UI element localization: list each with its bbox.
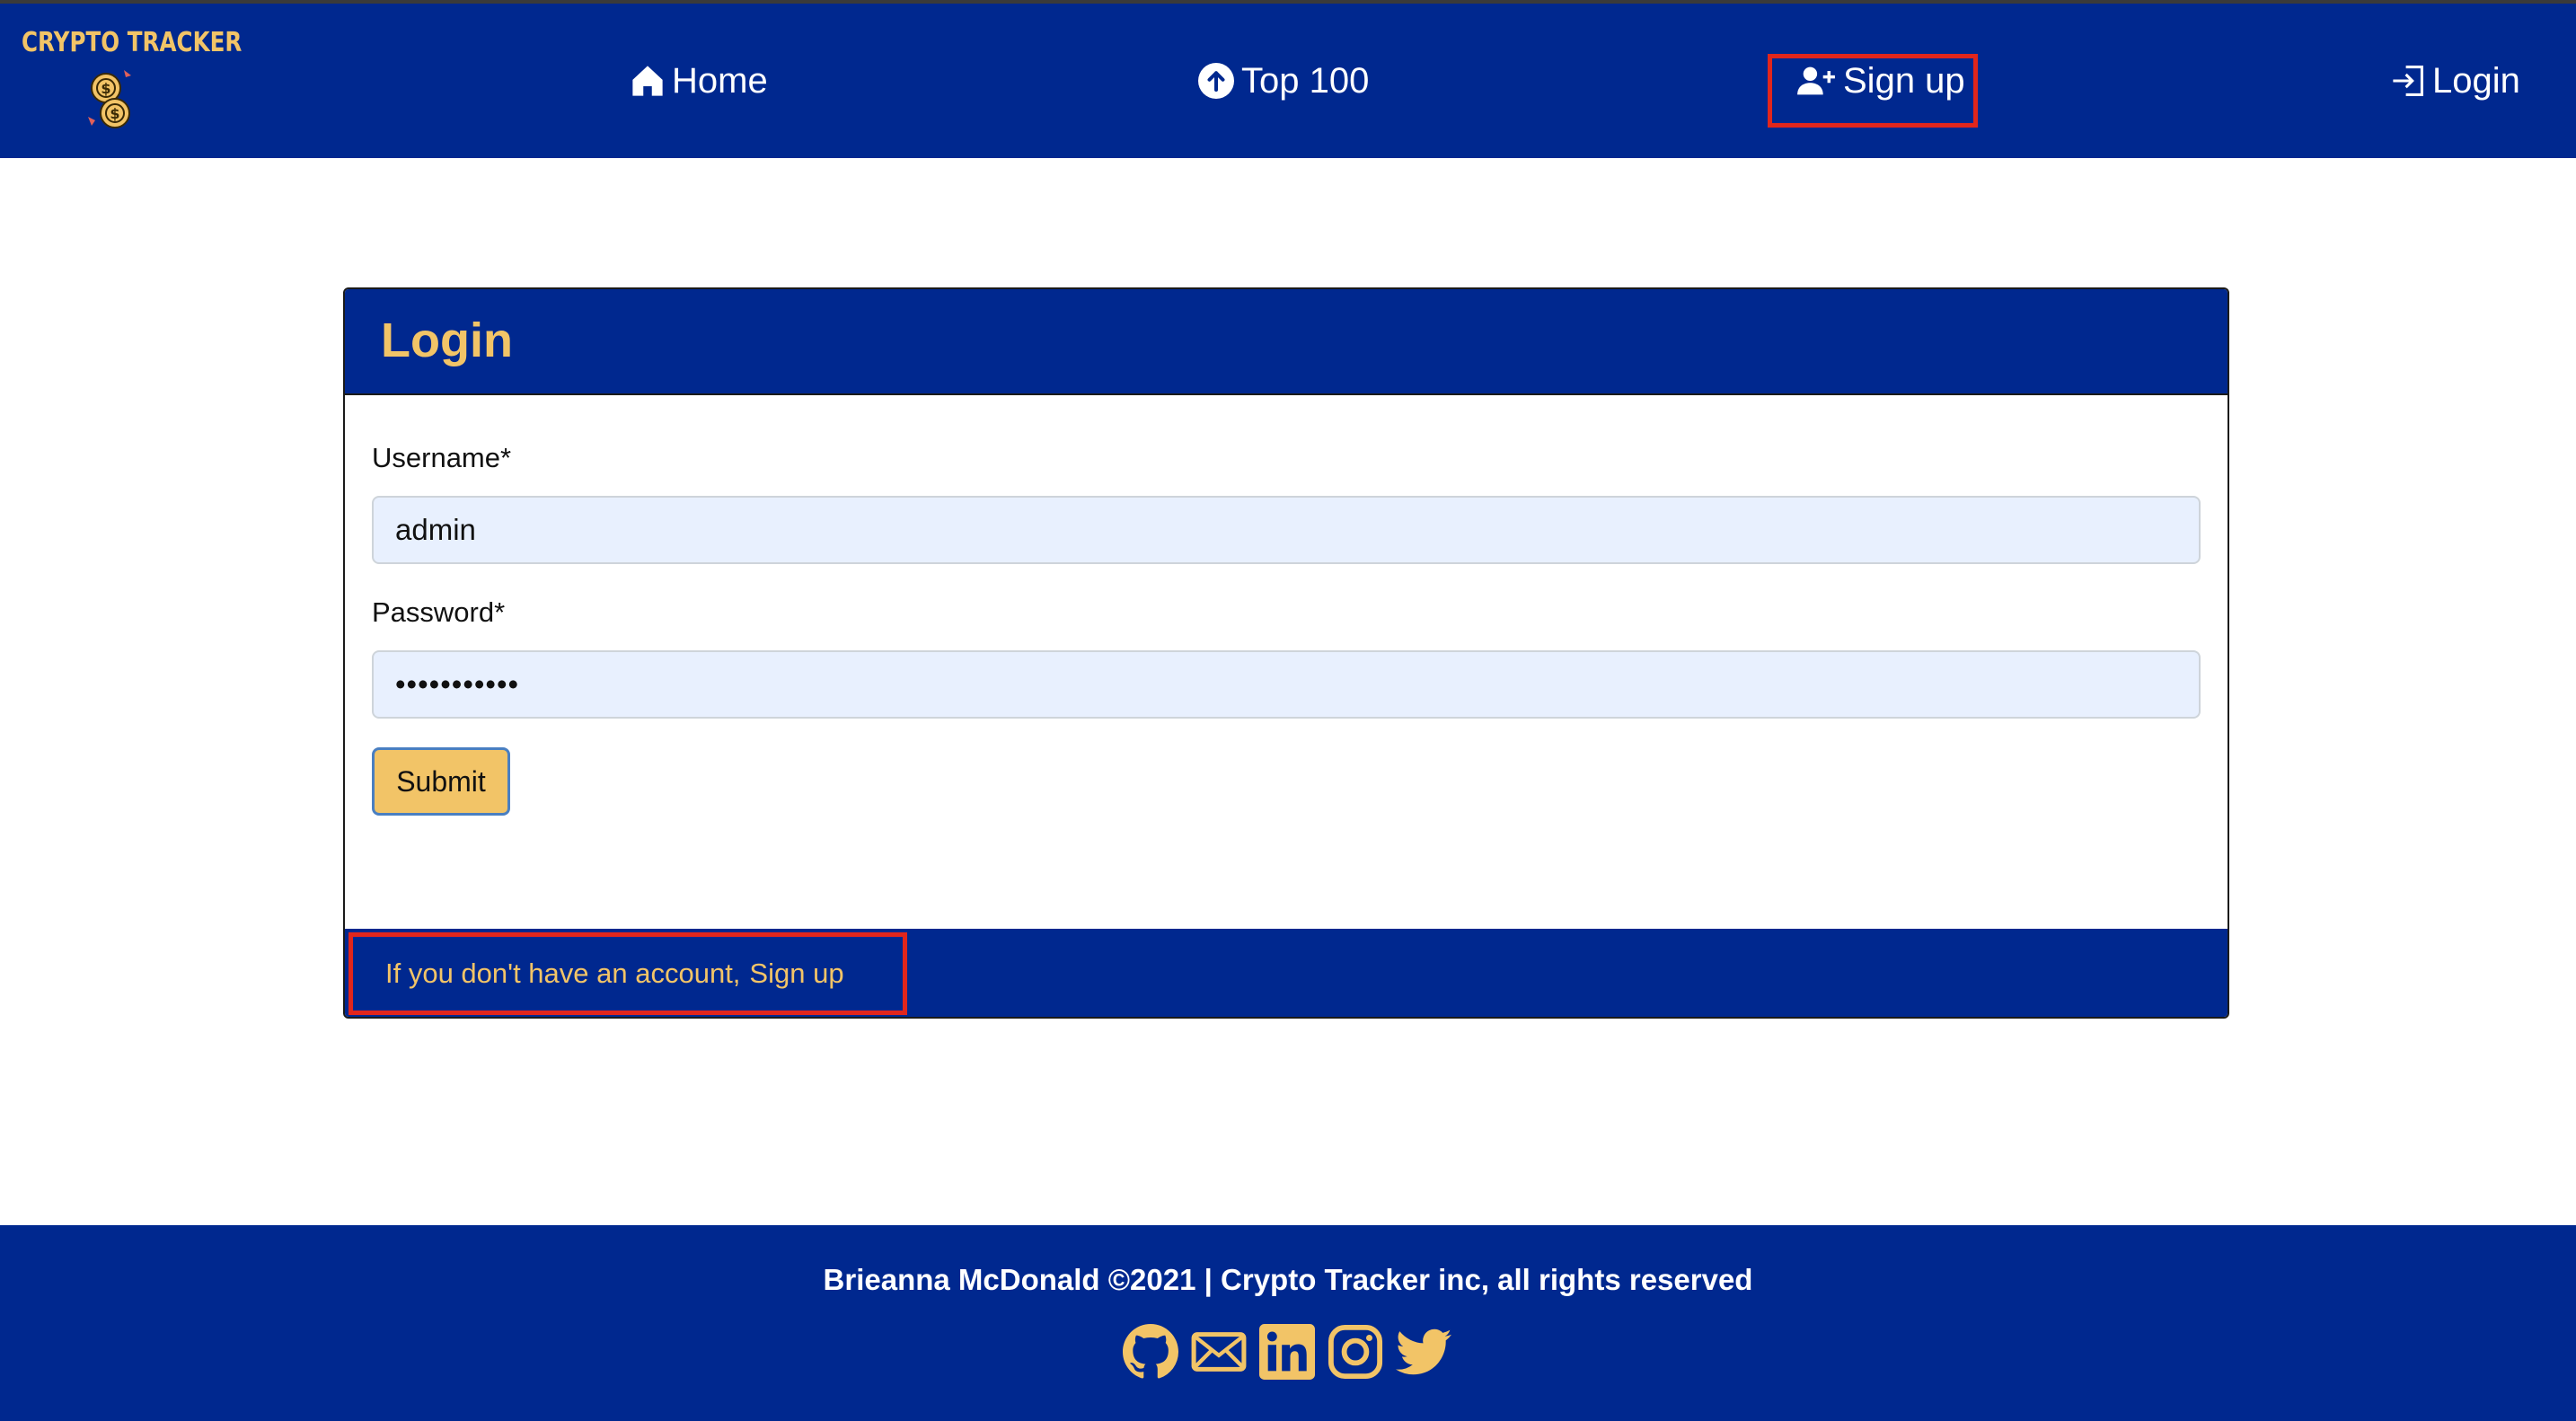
nav-top-100[interactable]: Top 100	[1198, 4, 1369, 158]
logo[interactable]: CRYPTO TRACKER $ $	[22, 27, 243, 144]
instagram-icon[interactable]	[1328, 1324, 1383, 1380]
site-footer: Brieanna McDonald ©2021 | Crypto Tracker…	[0, 1225, 2576, 1421]
nav-home-label: Home	[672, 60, 768, 101]
username-input[interactable]: admin	[372, 496, 2201, 564]
github-icon[interactable]	[1123, 1324, 1178, 1380]
svg-text:$: $	[110, 105, 119, 122]
coin-logo-icon: $ $	[88, 70, 131, 128]
username-label: Username*	[372, 442, 512, 473]
social-links	[1123, 1320, 1451, 1383]
arrow-up-circle-icon	[1198, 63, 1234, 99]
signup-prompt: If you don't have an account, Sign up	[348, 932, 907, 1015]
nav-sign-up[interactable]: Sign up	[1796, 4, 1965, 158]
password-input[interactable]: •••••••••••	[372, 650, 2201, 719]
box-arrow-in-right-icon	[2393, 66, 2423, 96]
login-title: Login	[381, 313, 513, 367]
navbar: CRYPTO TRACKER $ $ Home Top 100 Sign up …	[0, 4, 2576, 158]
person-plus-icon	[1797, 66, 1835, 95]
envelope-icon[interactable]	[1191, 1324, 1247, 1380]
nav-home[interactable]: Home	[631, 4, 768, 158]
login-card: Login Username* admin Password* ••••••••…	[343, 287, 2229, 1019]
nav-login-label: Login	[2432, 60, 2520, 101]
logo-text: CRYPTO TRACKER	[22, 27, 243, 58]
nav-login[interactable]: Login	[2391, 4, 2520, 158]
signup-link[interactable]: Sign up	[749, 958, 843, 990]
submit-button[interactable]: Submit	[372, 747, 510, 816]
login-card-header: Login	[345, 289, 2228, 395]
signup-prompt-text: If you don't have an account,	[385, 958, 741, 989]
login-card-footer: If you don't have an account, Sign up	[345, 929, 2228, 1017]
password-label: Password*	[372, 596, 506, 628]
linkedin-icon[interactable]	[1259, 1324, 1315, 1380]
twitter-icon[interactable]	[1396, 1324, 1451, 1380]
nav-top-100-label: Top 100	[1241, 60, 1370, 101]
svg-text:$: $	[101, 80, 110, 97]
copyright-text: Brieanna McDonald ©2021 | Crypto Tracker…	[823, 1263, 1753, 1296]
nav-sign-up-label: Sign up	[1843, 60, 1965, 101]
home-icon	[632, 66, 663, 96]
